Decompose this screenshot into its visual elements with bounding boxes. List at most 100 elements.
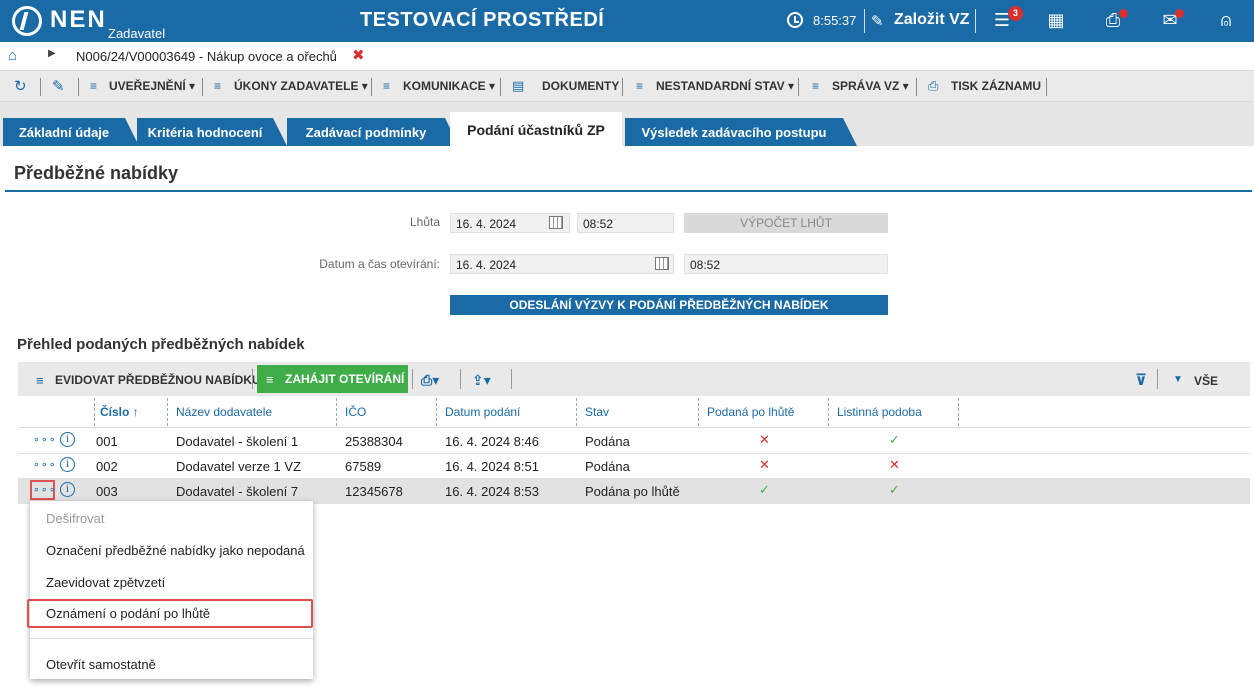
vypocet-lhut-button[interactable]: VÝPOČET LHŮT [684, 213, 888, 233]
toolbar-dokumenty[interactable]: DOKUMENTY [542, 79, 619, 93]
column-divider[interactable] [336, 398, 337, 426]
list-icon: ≡ [636, 79, 644, 93]
app-role: Zadavatel [108, 26, 166, 41]
grid-toolbar-divider [460, 369, 461, 389]
create-vz-icon[interactable]: ✎ [871, 12, 884, 30]
breadcrumb: ⌂ ▶ N006/24/V00003649 - Nákup ovoce a oř… [0, 42, 1254, 70]
cell-datum: 16. 4. 2024 8:53 [445, 484, 539, 499]
clock-icon [787, 12, 803, 28]
breadcrumb-item[interactable]: N006/24/V00003649 - Nákup ovoce a ořechů [76, 49, 337, 64]
toolbar-nestandardni-stav[interactable]: NESTANDARDNÍ STAV ▾ [656, 79, 794, 93]
cell-datum: 16. 4. 2024 8:46 [445, 434, 539, 449]
filter-icon[interactable]: ⊽ [1135, 371, 1147, 389]
user-icon[interactable]: ⍝ [1215, 10, 1237, 30]
column-divider[interactable] [436, 398, 437, 426]
toolbar-divider [1046, 78, 1047, 96]
zahajit-otevirani-button[interactable]: ZAHÁJIT OTEVÍRÁNÍ [257, 365, 408, 393]
header-divider [975, 9, 976, 33]
column-divider[interactable] [698, 398, 699, 426]
info-icon[interactable]: i [60, 482, 75, 497]
column-cislo[interactable]: Číslo ↑ [100, 405, 139, 419]
column-divider[interactable] [167, 398, 168, 426]
menu-item-oznameni-po-lhute[interactable]: Oznámení o podání po lhůtě [46, 606, 210, 621]
cell-datum: 16. 4. 2024 8:51 [445, 459, 539, 474]
toolbar-divider [622, 78, 623, 96]
session-time: 8:55:37 [813, 13, 857, 28]
grid-toolbar-divider [511, 369, 512, 389]
cross-icon: ✕ [759, 457, 770, 472]
lhuta-time-field[interactable]: 08:52 [577, 213, 674, 233]
toolbar-divider [78, 78, 79, 96]
toolbar-sprava-vz[interactable]: SPRÁVA VZ ▾ [832, 79, 909, 93]
column-divider[interactable] [828, 398, 829, 426]
print-icon[interactable]: ⎙▾ [421, 372, 439, 389]
calendar-icon[interactable] [549, 216, 563, 229]
cell-cislo: 002 [96, 459, 118, 474]
menu-item-zaevidovat-zpetvzeti[interactable]: Zaevidovat zpětvzetí [46, 575, 165, 590]
print-icon: ⎙ [928, 78, 939, 93]
send-invitation-button[interactable]: ODESLÁNÍ VÝZVY K PODÁNÍ PŘEDBĚŽNÝCH NABÍ… [450, 295, 888, 315]
cell-cislo: 003 [96, 484, 118, 499]
check-icon: ✓ [889, 482, 900, 497]
check-icon: ✓ [759, 482, 770, 497]
refresh-icon[interactable]: ↻ [14, 77, 27, 95]
column-listinna[interactable]: Listinná podoba [837, 405, 922, 419]
toolbar-label: SPRÁVA VZ [832, 79, 900, 93]
column-divider[interactable] [576, 398, 577, 426]
column-datum[interactable]: Datum podání [445, 405, 520, 419]
toolbar-divider [500, 78, 501, 96]
close-icon[interactable]: ✖ [352, 46, 365, 64]
tab-vysledek[interactable]: Výsledek zadávacího postupu [625, 118, 857, 146]
filter-all-select[interactable]: VŠE [1194, 374, 1218, 388]
cell-stav: Podána po lhůtě [585, 484, 680, 499]
calendar-icon[interactable] [655, 257, 669, 270]
toolbar-tisk[interactable]: TISK ZÁZNAMU [951, 79, 1041, 93]
toolbar-ukony[interactable]: ÚKONY ZADAVATELE ▾ [234, 79, 368, 93]
more-options-icon[interactable]: ∘∘∘ [33, 458, 57, 471]
calculator-icon[interactable]: ▦ [1045, 10, 1067, 30]
evidovat-button[interactable]: EVIDOVAT PŘEDBĚŽNOU NABÍDKU [55, 373, 261, 387]
cell-cislo: 001 [96, 434, 118, 449]
list-icon: ≡ [90, 79, 98, 93]
home-icon[interactable]: ⌂ [8, 47, 17, 64]
notification-badge: 3 [1008, 6, 1023, 21]
list-icon: ≡ [383, 79, 391, 93]
tab-podani-ucastniku[interactable]: Podání účastníků ZP [450, 112, 622, 146]
more-options-icon[interactable]: ∘∘∘ [33, 483, 57, 496]
column-label: Číslo [100, 405, 130, 419]
cell-stav: Podána [585, 459, 630, 474]
nen-logo-icon[interactable] [12, 6, 42, 36]
list-icon: ≡ [812, 79, 820, 93]
cross-icon: ✕ [889, 457, 900, 472]
otevirani-time-field[interactable]: 08:52 [684, 254, 888, 274]
section-divider [5, 190, 1252, 192]
column-stav[interactable]: Stav [585, 405, 609, 419]
more-options-icon[interactable]: ∘∘∘ [33, 433, 57, 446]
tab-zadavaci-podminky[interactable]: Zadávací podmínky [287, 118, 459, 146]
toolbar-uverejneni[interactable]: UVEŘEJNĚNÍ ▾ [109, 79, 195, 93]
chevron-down-icon[interactable]: ▼ [1173, 374, 1183, 385]
column-po-lhute[interactable]: Podaná po lhůtě [707, 405, 794, 419]
info-icon[interactable]: i [60, 457, 75, 472]
tab-zakladni-udaje[interactable]: Základní údaje [3, 118, 139, 146]
chevron-right-icon: ▶ [48, 48, 56, 59]
menu-item-otevrit-samostatne[interactable]: Otevřít samostatně [46, 657, 156, 672]
column-divider[interactable] [958, 398, 959, 426]
pencil-icon[interactable]: ✎ [52, 77, 65, 95]
create-vz-button[interactable]: Založit VZ [894, 11, 970, 29]
column-nazev[interactable]: Název dodavatele [176, 405, 272, 419]
header-divider [864, 9, 865, 33]
tab-kriteria-hodnoceni[interactable]: Kritéria hodnocení [137, 118, 287, 146]
column-ico[interactable]: IČO [345, 405, 366, 419]
toolbar-label: KOMUNIKACE [403, 79, 486, 93]
menu-item-oznaceni-nepodana[interactable]: Označení předběžné nabídky jako nepodaná [46, 543, 305, 558]
export-icon[interactable]: ⇪▾ [472, 372, 491, 389]
info-icon[interactable]: i [60, 432, 75, 447]
otevirani-label: Datum a čas otevírání: [319, 257, 440, 271]
environment-title: TESTOVACÍ PROSTŘEDÍ [360, 9, 605, 31]
check-icon: ✓ [889, 432, 900, 447]
app-logo[interactable]: NEN [50, 6, 107, 34]
toolbar-komunikace[interactable]: KOMUNIKACE ▾ [403, 79, 495, 93]
grid-toolbar-divider [1157, 369, 1158, 389]
otevirani-date-field[interactable]: 16. 4. 2024 [450, 254, 674, 274]
